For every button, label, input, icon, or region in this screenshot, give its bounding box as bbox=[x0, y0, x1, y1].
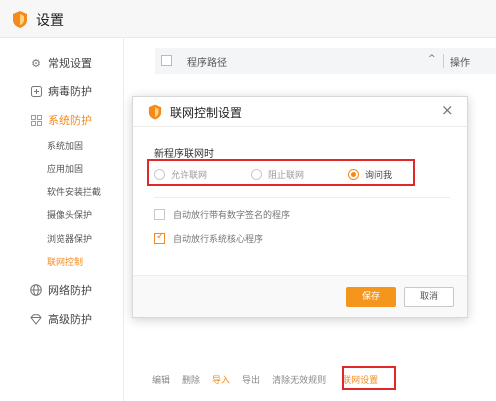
shield-logo-icon bbox=[148, 104, 162, 120]
sidebar-subitem-camera-protection[interactable]: 摄像头保护 bbox=[47, 208, 92, 221]
table-header: 程序路径 ^ 操作 bbox=[155, 48, 496, 74]
edit-button[interactable]: 编辑 bbox=[152, 373, 170, 386]
sidebar-item-label: 系统防护 bbox=[48, 114, 92, 127]
column-divider bbox=[443, 54, 444, 68]
dialog-title: 联网控制设置 bbox=[170, 106, 243, 120]
save-button[interactable]: 保存 bbox=[346, 287, 396, 307]
checkbox[interactable] bbox=[154, 209, 165, 220]
export-button[interactable]: 导出 bbox=[242, 373, 260, 386]
sidebar: ⚙ 常规设置 病毒防护 系统防护 系统加固 应用加固 软件安装拦截 摄像头保护 … bbox=[0, 38, 124, 401]
import-button[interactable]: 导入 bbox=[212, 373, 230, 386]
sidebar-subitem-system-hardening[interactable]: 系统加固 bbox=[47, 139, 83, 152]
checkbox-label: 自动放行系统核心程序 bbox=[173, 235, 264, 245]
sidebar-item-advanced-protection[interactable]: 高级防护 bbox=[30, 311, 92, 327]
sidebar-item-label: 网络防护 bbox=[48, 284, 92, 297]
checkbox-label: 自动放行带有数字签名的程序 bbox=[173, 211, 291, 221]
sidebar-subitem-install-block[interactable]: 软件安装拦截 bbox=[47, 185, 101, 198]
globe-icon bbox=[30, 284, 42, 296]
sidebar-subitem-network-control[interactable]: 联网控制 bbox=[47, 255, 83, 268]
system-grid-icon bbox=[30, 114, 42, 126]
checkbox-allow-signed[interactable]: 自动放行带有数字签名的程序 bbox=[154, 208, 290, 221]
sidebar-item-label: 高级防护 bbox=[48, 313, 92, 326]
window-title: 设置 bbox=[36, 13, 64, 29]
cancel-button[interactable]: 取消 bbox=[404, 287, 454, 307]
checkbox[interactable] bbox=[154, 231, 165, 244]
diamond-icon bbox=[30, 313, 42, 325]
dialog-header: 联网控制设置 × bbox=[133, 97, 467, 127]
highlight-box bbox=[342, 366, 396, 390]
highlight-box bbox=[147, 159, 415, 186]
title-bar: 设置 bbox=[0, 0, 496, 38]
sort-asc-icon[interactable]: ^ bbox=[428, 54, 436, 64]
sidebar-item-system-protection[interactable]: 系统防护 bbox=[30, 112, 92, 128]
clear-invalid-rules-button[interactable]: 清除无效规则 bbox=[272, 373, 326, 386]
sidebar-item-label: 常规设置 bbox=[48, 57, 92, 70]
column-header-operation: 操作 bbox=[450, 58, 470, 69]
checkbox-allow-system-core[interactable]: 自动放行系统核心程序 bbox=[154, 231, 264, 245]
shield-logo-icon bbox=[13, 11, 27, 28]
delete-button[interactable]: 删除 bbox=[182, 373, 200, 386]
sidebar-subitem-app-hardening[interactable]: 应用加固 bbox=[47, 162, 83, 175]
network-control-dialog: 联网控制设置 × 新程序联网时 允许联网 阻止联网 询问我 自动放行带有数字签名… bbox=[132, 96, 468, 318]
column-header-path[interactable]: 程序路径 bbox=[187, 54, 227, 69]
sidebar-item-general-settings[interactable]: ⚙ 常规设置 bbox=[30, 55, 92, 71]
gear-icon: ⚙ bbox=[31, 56, 41, 70]
sidebar-item-network-protection[interactable]: 网络防护 bbox=[30, 282, 92, 298]
section-label: 新程序联网时 bbox=[154, 149, 214, 160]
sidebar-subitem-browser-protection[interactable]: 浏览器保护 bbox=[47, 232, 92, 245]
divider bbox=[154, 197, 450, 198]
dialog-footer: 保存 取消 bbox=[133, 275, 467, 317]
plus-square-icon bbox=[30, 85, 42, 97]
select-all-checkbox[interactable] bbox=[161, 55, 172, 66]
sidebar-item-label: 病毒防护 bbox=[48, 85, 92, 98]
sidebar-item-virus-protection[interactable]: 病毒防护 bbox=[30, 83, 92, 99]
close-icon[interactable]: × bbox=[441, 101, 454, 119]
